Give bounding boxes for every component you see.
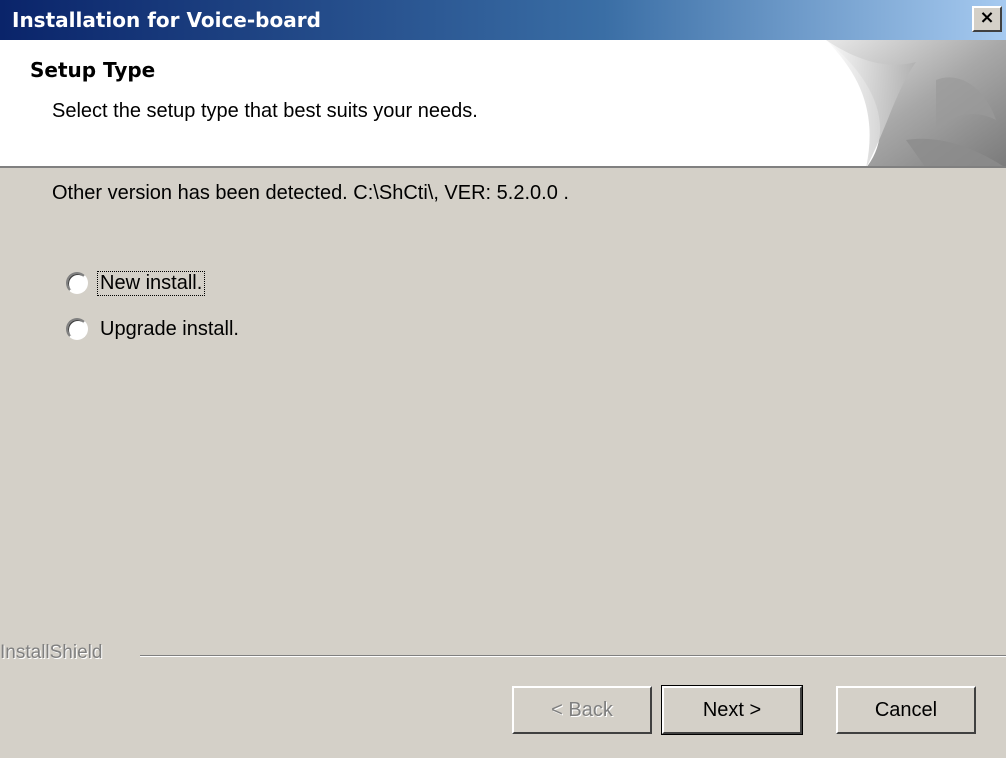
next-button[interactable]: Next > bbox=[661, 685, 803, 735]
installshield-divider: InstallShield bbox=[0, 642, 1006, 668]
page-title: Setup Type bbox=[30, 58, 156, 82]
radio-upgrade-install[interactable] bbox=[66, 318, 88, 340]
installshield-brand: InstallShield bbox=[0, 642, 109, 664]
window-title: Installation for Voice-board bbox=[12, 8, 321, 32]
back-button[interactable]: < Back bbox=[512, 686, 652, 734]
option-new-install[interactable]: New install. bbox=[66, 268, 206, 298]
option-label-new-install[interactable]: New install. bbox=[96, 270, 206, 296]
cancel-button[interactable]: Cancel bbox=[836, 686, 976, 734]
option-upgrade-install[interactable]: Upgrade install. bbox=[66, 314, 241, 344]
radio-new-install[interactable] bbox=[66, 272, 88, 294]
close-button[interactable]: × bbox=[972, 6, 1002, 32]
curled-page-graphic bbox=[826, 40, 1006, 166]
option-label-upgrade-install[interactable]: Upgrade install. bbox=[98, 318, 241, 341]
title-bar[interactable]: Installation for Voice-board × bbox=[0, 0, 1006, 40]
divider-line bbox=[140, 655, 1006, 657]
close-icon: × bbox=[979, 7, 995, 28]
dialog-header: Setup Type Select the setup type that be… bbox=[0, 40, 1006, 168]
installer-dialog: Installation for Voice-board × Setup Typ… bbox=[0, 0, 1006, 758]
page-subtitle: Select the setup type that best suits yo… bbox=[52, 100, 478, 122]
detected-version-message: Other version has been detected. C:\ShCt… bbox=[52, 182, 569, 204]
